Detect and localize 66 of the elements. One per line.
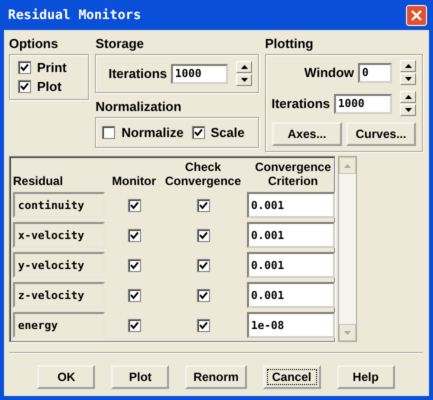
column-header: Check Convergence xyxy=(164,160,242,188)
checkbox[interactable] xyxy=(18,61,31,74)
spin-down-button[interactable] xyxy=(236,74,252,86)
checkbox-label: Plot xyxy=(37,79,62,94)
group-title: Normalization xyxy=(95,99,182,114)
up-arrow-icon xyxy=(240,65,248,69)
down-arrow-icon xyxy=(404,108,412,112)
column-header: Residual xyxy=(13,174,64,188)
window-title: Residual Monitors xyxy=(8,8,142,22)
spin-up-button[interactable] xyxy=(400,91,416,103)
checkbox[interactable] xyxy=(128,258,140,272)
spin-down-button[interactable] xyxy=(400,73,416,85)
up-arrow-icon xyxy=(344,164,351,168)
close-button[interactable] xyxy=(406,4,427,26)
column-header: Convergence Criterion xyxy=(254,160,332,188)
criterion-field[interactable]: 1e-08 xyxy=(247,312,335,338)
checkbox[interactable] xyxy=(18,80,31,93)
group-title: Storage xyxy=(95,36,145,51)
input-field[interactable]: 0 xyxy=(358,62,392,82)
checkbox[interactable] xyxy=(196,288,210,302)
field-label: Iterations xyxy=(271,96,330,111)
checkbox[interactable] xyxy=(128,318,140,332)
checkbox[interactable] xyxy=(196,198,210,212)
checkbox[interactable] xyxy=(128,288,140,302)
up-arrow-icon xyxy=(404,95,412,99)
column-header: Monitor xyxy=(111,174,157,188)
checkbox-label: Scale xyxy=(210,125,245,140)
spin-up-button[interactable] xyxy=(400,60,416,72)
checkbox[interactable] xyxy=(102,126,116,139)
checkbox[interactable] xyxy=(196,318,210,332)
down-arrow-icon xyxy=(404,77,412,81)
spin-down-button[interactable] xyxy=(400,104,416,116)
checkbox[interactable] xyxy=(128,228,140,242)
criterion-field[interactable]: 0.001 xyxy=(247,252,335,278)
field-label: Iterations xyxy=(108,66,167,81)
checkbox-label: Print xyxy=(37,60,67,75)
up-arrow-icon xyxy=(404,64,412,68)
plotting-button[interactable]: Curves... xyxy=(346,122,416,146)
dialog-button[interactable]: OK xyxy=(37,365,96,389)
checkbox-label: Normalize xyxy=(121,125,184,140)
down-arrow-icon xyxy=(344,330,351,334)
criterion-field[interactable]: 0.001 xyxy=(247,282,335,308)
group-title: Plotting xyxy=(265,36,314,51)
checkbox[interactable] xyxy=(192,126,205,139)
residual-name-cell: y-velocity xyxy=(13,252,105,278)
dialog-button[interactable]: Plot xyxy=(111,365,170,389)
residual-name-cell: z-velocity xyxy=(13,282,105,308)
group-title: Options xyxy=(9,36,60,51)
residual-name-cell: x-velocity xyxy=(13,222,105,248)
input-field[interactable]: 1000 xyxy=(334,94,392,114)
criterion-field[interactable]: 0.001 xyxy=(247,192,335,218)
checkbox[interactable] xyxy=(128,198,140,212)
residual-name-cell: energy xyxy=(13,312,105,338)
input-field[interactable]: 1000 xyxy=(171,64,228,84)
plotting-button[interactable]: Axes... xyxy=(272,122,342,146)
dialog-button[interactable]: Help xyxy=(336,365,395,389)
checkbox[interactable] xyxy=(196,228,210,242)
down-arrow-icon xyxy=(240,78,248,82)
spin-up-button[interactable] xyxy=(236,61,252,73)
checkbox[interactable] xyxy=(196,258,210,272)
close-icon xyxy=(411,10,422,20)
criterion-field[interactable]: 0.001 xyxy=(247,222,335,248)
residual-name-cell: continuity xyxy=(13,192,105,218)
field-label: Window xyxy=(304,65,354,80)
dialog-button[interactable]: Cancel xyxy=(262,365,321,389)
dialog-button[interactable]: Renorm xyxy=(185,365,247,389)
